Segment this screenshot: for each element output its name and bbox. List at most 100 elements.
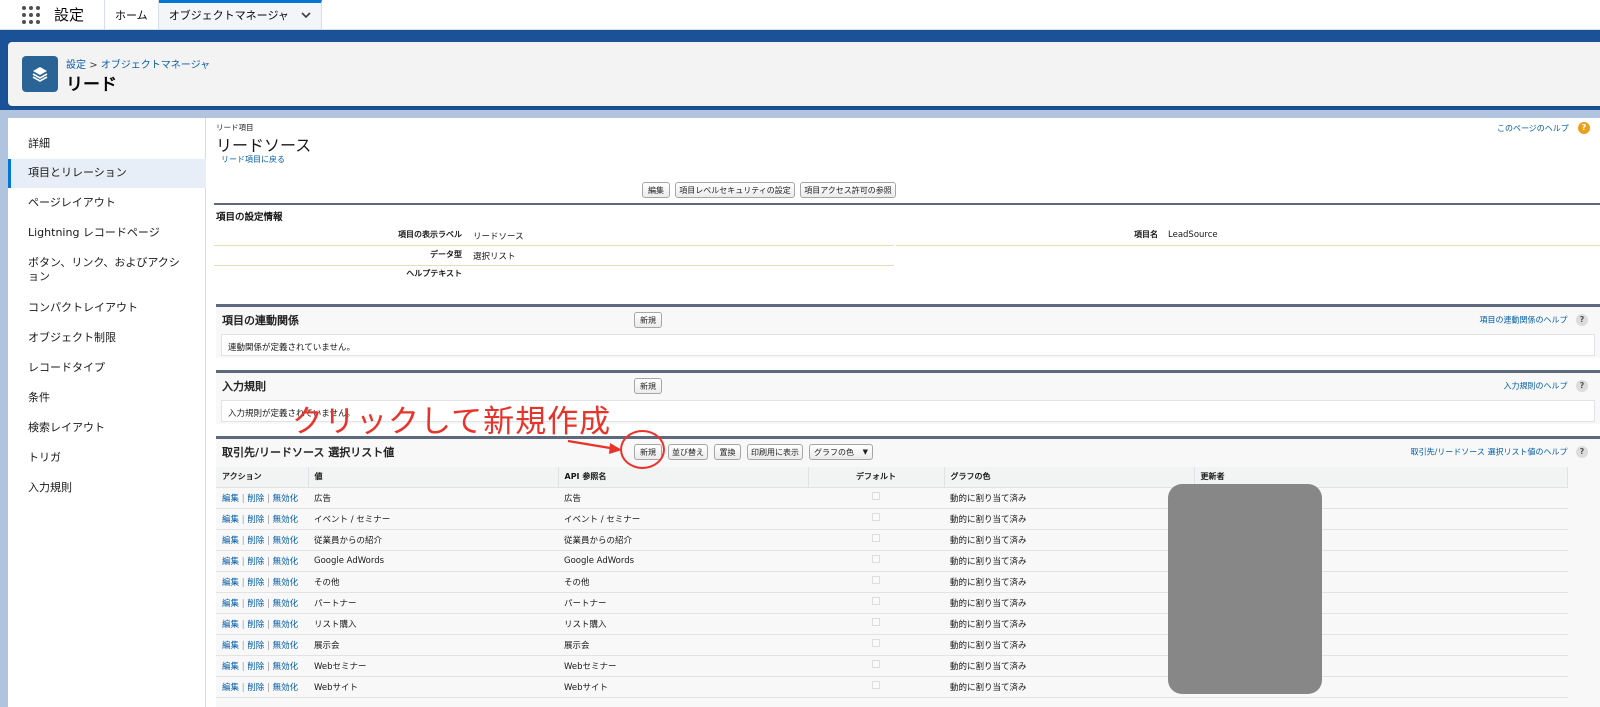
back-to-fields-link[interactable]: リード項目に戻る [221, 154, 285, 165]
delete-link[interactable]: 削除 [247, 536, 264, 546]
page-help-link[interactable]: このページのヘルプ [1497, 124, 1569, 133]
default-checkbox [872, 576, 880, 584]
table-row: 編集 | 削除 | 無効化 Webセミナー Webセミナー 動的に割り当て済み [216, 655, 1568, 677]
deactivate-link[interactable]: 無効化 [273, 599, 299, 609]
deactivate-link[interactable]: 無効化 [273, 536, 299, 546]
sidebar-item-page-layouts[interactable]: ページレイアウト [8, 196, 206, 210]
delete-link[interactable]: 削除 [247, 578, 264, 588]
sidebar-item-triggers[interactable]: トリガ [8, 451, 206, 465]
edit-link[interactable]: 編集 [222, 536, 239, 546]
default-checkbox [872, 618, 880, 626]
redacted-area [1168, 484, 1322, 694]
api-name-cell: Webセミナー [558, 655, 808, 677]
edit-button[interactable]: 編集 [642, 182, 670, 198]
sidebar-item-details[interactable]: 詳細 [8, 137, 206, 151]
column-header[interactable]: 値 [308, 467, 559, 488]
help-icon[interactable]: ? [1576, 314, 1588, 326]
deactivate-link[interactable]: 無効化 [273, 662, 299, 672]
edit-link[interactable]: 編集 [222, 620, 239, 630]
chart-color-cell: 動的に割り当て済み [944, 634, 1194, 656]
row-actions: 編集 | 削除 | 無効化 [216, 613, 308, 635]
sidebar-item-object-limits[interactable]: オブジェクト制限 [8, 331, 206, 345]
table-row: 編集 | 削除 | 無効化 広告 広告 動的に割り当て済み [216, 487, 1568, 509]
reorder-button[interactable]: 並び替え [668, 444, 708, 460]
field-access-button[interactable]: 項目アクセス許可の参照 [800, 182, 896, 198]
tab-home[interactable]: ホーム [105, 0, 159, 29]
deactivate-link[interactable]: 無効化 [273, 557, 299, 567]
api-name-cell: Google AdWords [558, 550, 808, 572]
action-separator: | [264, 598, 273, 609]
sidebar-item-record-types[interactable]: レコードタイプ [8, 361, 206, 375]
row-actions: 編集 | 削除 | 無効化 [216, 487, 308, 509]
dependencies-help-link[interactable]: 項目の連動関係のヘルプ [1479, 316, 1567, 325]
info-divider [214, 203, 1600, 205]
chart-color-select-label: グラフの色 [814, 447, 854, 457]
sidebar-item-compact-layouts[interactable]: コンパクトレイアウト [8, 301, 206, 315]
tab-object-manager[interactable]: オブジェクトマネージャ [158, 0, 322, 29]
edit-link[interactable]: 編集 [222, 662, 239, 672]
delete-link[interactable]: 削除 [247, 683, 264, 693]
breadcrumb: 設定 > オブジェクトマネージャ [66, 56, 210, 71]
sidebar-item-buttons-links[interactable]: ボタン、リンク、およびアクション [8, 256, 188, 284]
delete-link[interactable]: 削除 [247, 641, 264, 651]
printable-view-button[interactable]: 印刷用に表示 [747, 444, 803, 460]
column-header[interactable]: API 参照名 [558, 467, 809, 488]
edit-link[interactable]: 編集 [222, 683, 239, 693]
new-dependency-button[interactable]: 新規 [634, 312, 662, 328]
default-checkbox [872, 660, 880, 668]
default-checkbox [872, 534, 880, 542]
app-name: 設定 [54, 0, 106, 29]
sidebar-item-conditions[interactable]: 条件 [8, 391, 206, 405]
deactivate-link[interactable]: 無効化 [273, 641, 299, 651]
deactivate-link[interactable]: 無効化 [273, 578, 299, 588]
picklist-help-link[interactable]: 取引先/リードソース 選択リスト値のヘルプ [1411, 448, 1568, 457]
validation-help-link[interactable]: 入力規則のヘルプ [1503, 382, 1567, 391]
dependencies-panel: 項目の連動関係 新規 項目の連動関係のヘルプ ? 連動関係が定義されていません。 [216, 304, 1600, 358]
deactivate-link[interactable]: 無効化 [273, 683, 299, 693]
edit-link[interactable]: 編集 [222, 557, 239, 567]
sidebar-item-fields[interactable]: 項目とリレーション [8, 159, 206, 188]
edit-link[interactable]: 編集 [222, 494, 239, 504]
app-launcher-icon[interactable] [0, 0, 62, 29]
field-level-security-button[interactable]: 項目レベルセキュリティの設定 [675, 182, 795, 198]
sidebar-item-lightning-pages[interactable]: Lightning レコードページ [8, 226, 206, 240]
chart-color-select[interactable]: グラフの色 ▼ [809, 444, 873, 460]
validation-title: 入力規則 [222, 380, 266, 393]
help-icon[interactable]: ? [1576, 446, 1588, 458]
row-actions: 編集 | 削除 | 無効化 [216, 508, 308, 530]
delete-link[interactable]: 削除 [247, 620, 264, 630]
delete-link[interactable]: 削除 [247, 494, 264, 504]
value-cell: リスト購入 [308, 613, 558, 635]
value-cell: 展示会 [308, 634, 558, 656]
help-icon[interactable]: ? [1578, 122, 1590, 134]
edit-link[interactable]: 編集 [222, 515, 239, 525]
action-separator: | [264, 556, 273, 567]
column-header[interactable]: グラフの色 [944, 467, 1195, 488]
deactivate-link[interactable]: 無効化 [273, 620, 299, 630]
edit-link[interactable]: 編集 [222, 641, 239, 651]
delete-link[interactable]: 削除 [247, 662, 264, 672]
deactivate-link[interactable]: 無効化 [273, 494, 299, 504]
column-header[interactable]: アクション [216, 467, 309, 488]
edit-link[interactable]: 編集 [222, 578, 239, 588]
table-row: 編集 | 削除 | 無効化 Google AdWords Google AdWord… [216, 550, 1568, 572]
deactivate-link[interactable]: 無効化 [273, 515, 299, 525]
column-header[interactable]: デフォルト [808, 467, 945, 488]
help-icon[interactable]: ? [1576, 380, 1588, 392]
replace-button[interactable]: 置換 [714, 444, 741, 460]
value-cell: イベント / セミナー [308, 508, 558, 530]
default-cell [808, 571, 944, 593]
default-checkbox [872, 681, 880, 689]
api-name-cell: イベント / セミナー [558, 508, 808, 530]
sidebar-item-validation-rules[interactable]: 入力規則 [8, 481, 206, 495]
new-validation-button[interactable]: 新規 [634, 378, 662, 394]
dependencies-help: 項目の連動関係のヘルプ ? [1479, 314, 1588, 326]
edit-link[interactable]: 編集 [222, 599, 239, 609]
delete-link[interactable]: 削除 [247, 515, 264, 525]
chart-color-cell: 動的に割り当て済み [944, 571, 1194, 593]
delete-link[interactable]: 削除 [247, 557, 264, 567]
chevron-down-icon[interactable] [301, 10, 311, 20]
sidebar-item-search-layouts[interactable]: 検索レイアウト [8, 421, 206, 435]
delete-link[interactable]: 削除 [247, 599, 264, 609]
breadcrumb-object-manager[interactable]: オブジェクトマネージャ [101, 60, 210, 71]
